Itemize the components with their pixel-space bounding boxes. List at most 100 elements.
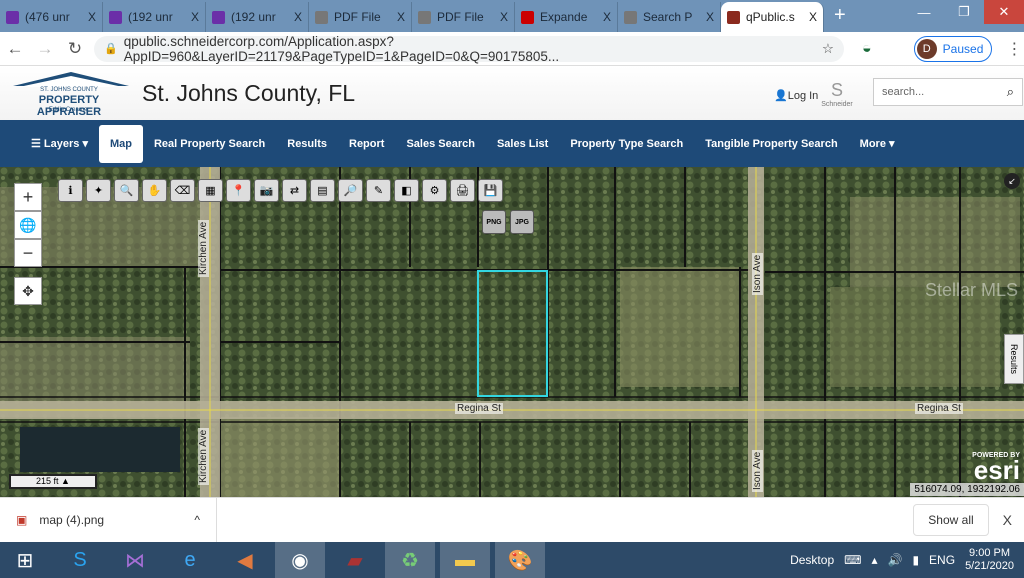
browser-tab[interactable]: (192 unr X bbox=[103, 2, 206, 32]
main-nav: ☰ Layers ▾ Map Real Property Search Results… bbox=[0, 120, 1024, 167]
map-view[interactable]: Kirchen Ave Kirchen Ave Regina St Regina… bbox=[0, 167, 1024, 497]
nav-item[interactable]: Report bbox=[338, 125, 395, 163]
map-tool-button[interactable]: 💾 bbox=[478, 179, 503, 202]
nav-item[interactable]: Real Property Search bbox=[143, 125, 276, 163]
volume-icon[interactable]: 🔊 bbox=[887, 553, 902, 567]
close-tab-icon[interactable]: X bbox=[397, 10, 405, 24]
nav-item[interactable]: More ▾ bbox=[849, 125, 906, 163]
window-controls: — ❐ ✕ bbox=[904, 0, 1024, 24]
property-appraiser-logo[interactable]: ST. JOHNS COUNTY PROPERTY APPRAISER Eddi… bbox=[8, 72, 130, 118]
image-file-icon: ▣ bbox=[16, 513, 28, 527]
map-tool-button[interactable]: 📷 bbox=[254, 179, 279, 202]
back-button[interactable]: ← bbox=[0, 39, 30, 59]
map-tool-button[interactable]: ⚙ bbox=[422, 179, 447, 202]
close-tab-icon[interactable]: X bbox=[294, 10, 302, 24]
map-tool-button[interactable]: ✦ bbox=[86, 179, 111, 202]
tab-label: PDF File bbox=[334, 10, 381, 24]
browser-tab[interactable]: (192 unr X bbox=[206, 2, 309, 32]
signal-icon[interactable]: ▮ bbox=[912, 553, 919, 567]
nav-item[interactable]: Sales List bbox=[486, 125, 559, 163]
map-tool-button[interactable]: ⇄ bbox=[282, 179, 307, 202]
map-tool-button[interactable]: ⌫ bbox=[170, 179, 195, 202]
map-tool-button[interactable]: ℹ bbox=[58, 179, 83, 202]
reload-button[interactable]: ↻ bbox=[60, 39, 90, 59]
export-jpg-button[interactable]: JPG bbox=[510, 210, 534, 234]
skype-icon[interactable]: S bbox=[55, 542, 105, 578]
browser-tab[interactable]: (476 unr X bbox=[0, 2, 103, 32]
close-tab-icon[interactable]: X bbox=[500, 10, 508, 24]
desktop-toolbar[interactable]: Desktop bbox=[790, 553, 834, 567]
map-tool-button[interactable]: ✋ bbox=[142, 179, 167, 202]
browser-tab[interactable]: PDF File X bbox=[412, 2, 515, 32]
logo-main: PROPERTY APPRAISER bbox=[36, 94, 102, 118]
keyboard-icon[interactable]: ⌨ bbox=[844, 553, 861, 567]
bookmark-star-icon[interactable]: ☆ bbox=[822, 41, 834, 57]
road-label-regina-2: Regina St bbox=[915, 403, 963, 414]
login-link[interactable]: 👤Log In bbox=[774, 89, 818, 102]
map-tool-button[interactable]: 🔎 bbox=[338, 179, 363, 202]
nav-item[interactable]: Sales Search bbox=[395, 125, 486, 163]
nav-item[interactable]: Tangible Property Search bbox=[694, 125, 848, 163]
pan-icon[interactable]: ✥ bbox=[14, 277, 42, 305]
nav-item[interactable]: Map bbox=[98, 124, 143, 163]
minimize-button[interactable]: — bbox=[904, 0, 944, 24]
browser-tab[interactable]: PDF File X bbox=[309, 2, 412, 32]
export-png-button[interactable]: PNG bbox=[482, 210, 506, 234]
close-tab-icon[interactable]: X bbox=[706, 10, 714, 24]
nav-item[interactable]: Property Type Search bbox=[559, 125, 694, 163]
url-input[interactable]: 🔒 qpublic.schneidercorp.com/Application.… bbox=[94, 34, 844, 64]
map-tool-button[interactable]: ▤ bbox=[310, 179, 335, 202]
recycle-app-icon[interactable]: ♻ bbox=[385, 542, 435, 578]
esri-text: esri bbox=[973, 455, 1020, 485]
map-tool-button[interactable]: ✎ bbox=[366, 179, 391, 202]
start-button[interactable]: ⊞ bbox=[0, 542, 50, 578]
close-tab-icon[interactable]: X bbox=[88, 10, 96, 24]
menu-kebab-icon[interactable]: ⋮ bbox=[1006, 39, 1022, 59]
map-tool-button[interactable]: 🔍 bbox=[114, 179, 139, 202]
nav-item[interactable]: Results bbox=[276, 125, 338, 163]
internet-explorer-icon[interactable]: e bbox=[165, 542, 215, 578]
road-label-kirchen: Kirchen Ave bbox=[198, 219, 209, 277]
tab-label: PDF File bbox=[437, 10, 484, 24]
map-tool-button[interactable]: 🖨 bbox=[450, 179, 475, 202]
tab-label: (476 unr bbox=[25, 10, 70, 24]
zoom-out-button[interactable]: − bbox=[14, 239, 42, 267]
nav-item[interactable]: ☰ Layers ▾ bbox=[20, 125, 99, 163]
results-panel-tab[interactable]: Results bbox=[1004, 334, 1024, 384]
book-app-icon[interactable]: ▰ bbox=[330, 542, 380, 578]
forward-button[interactable]: → bbox=[30, 39, 60, 59]
chrome-icon[interactable]: ◉ bbox=[275, 542, 325, 578]
profile-button[interactable]: D Paused bbox=[913, 35, 993, 62]
search-input[interactable]: search... ⌕ bbox=[873, 78, 1023, 106]
close-tab-icon[interactable]: X bbox=[191, 10, 199, 24]
extension-icon[interactable]: ◒ bbox=[862, 40, 872, 58]
globe-icon[interactable]: 🌐 bbox=[14, 211, 42, 239]
download-item[interactable]: ▣ map (4).png ^ bbox=[0, 498, 217, 542]
paint-icon[interactable]: 🎨 bbox=[495, 542, 545, 578]
browser-tab[interactable]: Search P X bbox=[618, 2, 721, 32]
close-download-bar-button[interactable]: X bbox=[1003, 512, 1012, 528]
road-label-ison: Ison Ave bbox=[752, 252, 763, 295]
language-indicator[interactable]: ENG bbox=[929, 553, 955, 567]
chevron-up-icon[interactable]: ^ bbox=[194, 513, 200, 527]
clock[interactable]: 9:00 PM 5/21/2020 bbox=[965, 547, 1014, 573]
collapse-icon[interactable]: ↙ bbox=[1004, 173, 1020, 189]
new-tab-button[interactable]: + bbox=[834, 4, 846, 27]
close-tab-icon[interactable]: X bbox=[809, 10, 817, 24]
map-tool-button[interactable]: 📍 bbox=[226, 179, 251, 202]
browser-tab[interactable]: qPublic.s X bbox=[721, 2, 824, 32]
map-tool-button[interactable]: ◧ bbox=[394, 179, 419, 202]
speaker-app-icon[interactable]: ◀ bbox=[220, 542, 270, 578]
search-icon[interactable]: ⌕ bbox=[1007, 84, 1014, 100]
tray-expand-icon[interactable]: ▴ bbox=[871, 553, 877, 567]
map-tool-button[interactable]: ▦ bbox=[198, 179, 223, 202]
restore-button[interactable]: ❐ bbox=[944, 0, 984, 24]
file-explorer-icon[interactable]: ▬ bbox=[440, 542, 490, 578]
visual-studio-icon[interactable]: ⋈ bbox=[110, 542, 160, 578]
show-all-button[interactable]: Show all bbox=[913, 504, 989, 536]
browser-tab[interactable]: Expande X bbox=[515, 2, 618, 32]
window-close-button[interactable]: ✕ bbox=[984, 0, 1024, 24]
zoom-in-button[interactable]: + bbox=[14, 183, 42, 211]
tab-label: (192 unr bbox=[231, 10, 276, 24]
close-tab-icon[interactable]: X bbox=[603, 10, 611, 24]
